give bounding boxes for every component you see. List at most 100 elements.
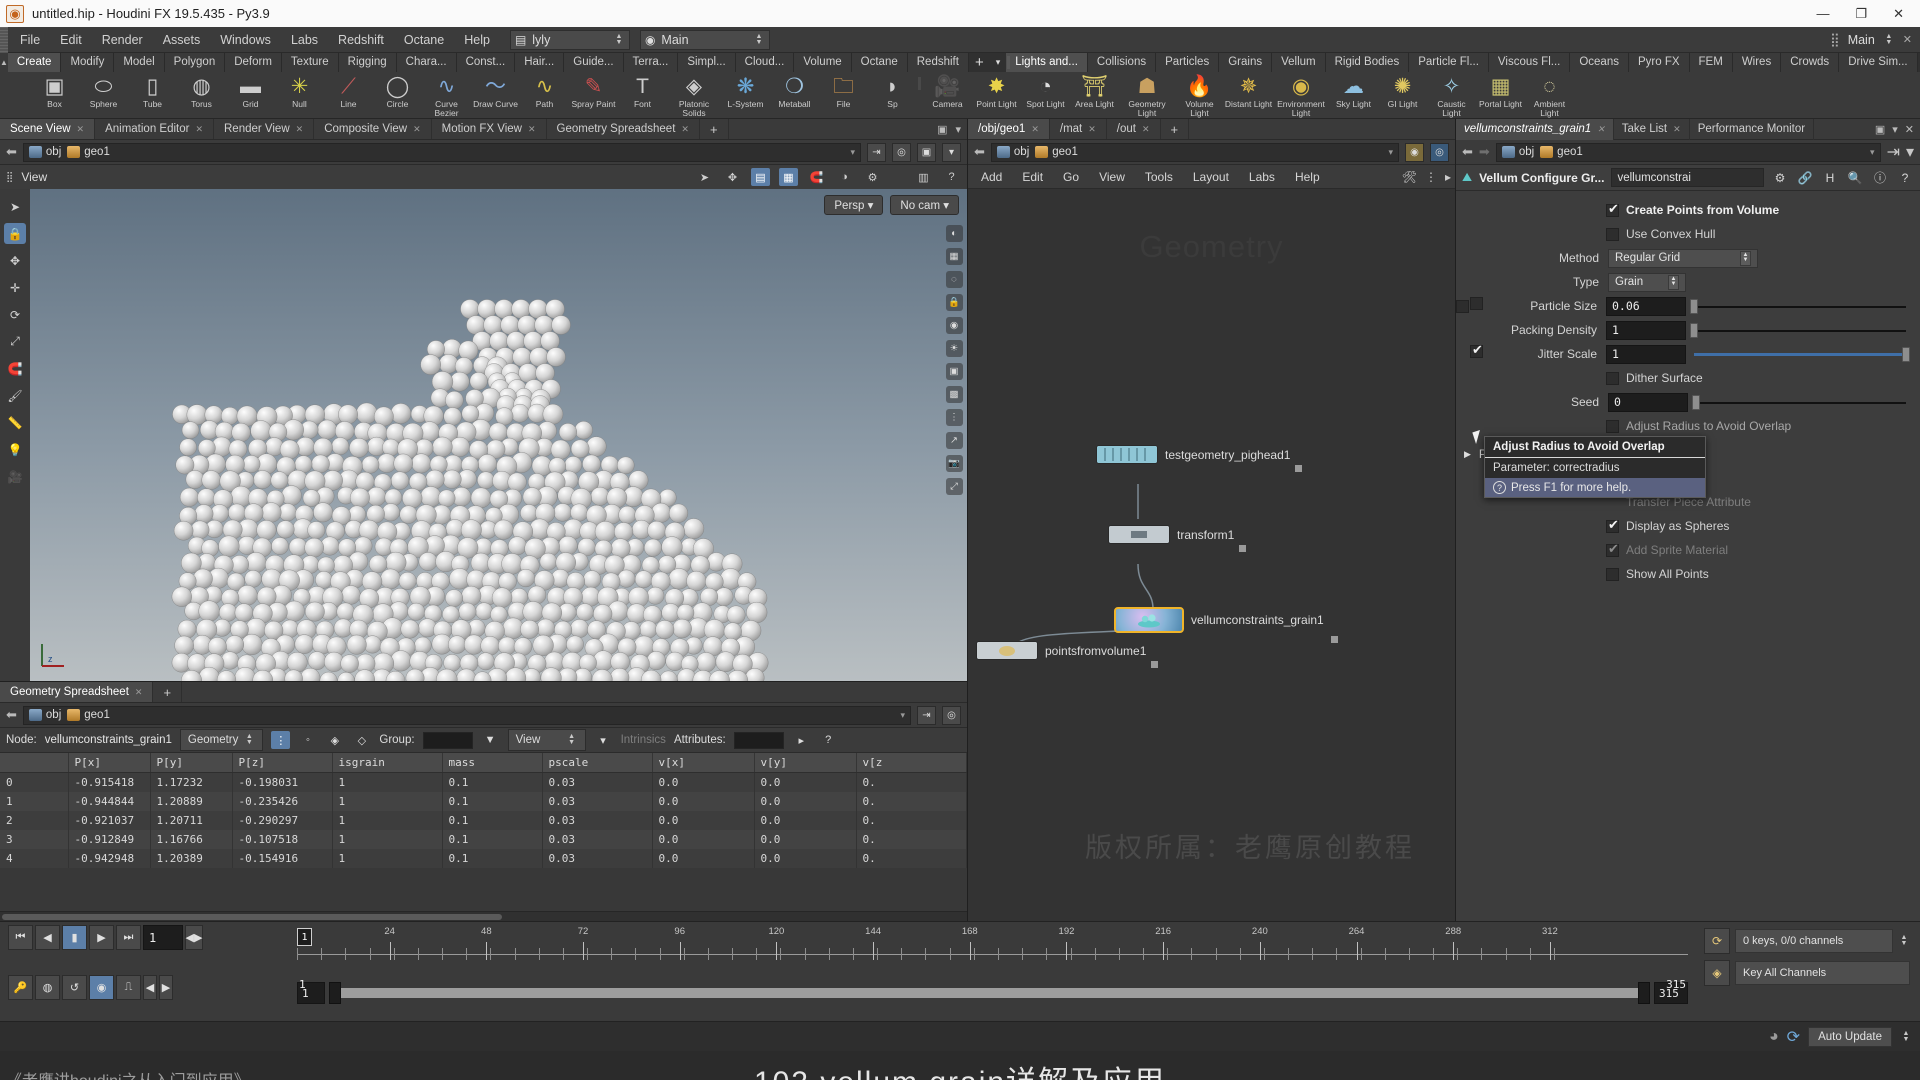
prev-key-icon[interactable]: ◀ — [143, 975, 157, 1000]
frame-range-slider[interactable] — [329, 982, 1650, 1004]
gear-icon[interactable]: ⚙ — [1771, 169, 1789, 187]
handle-icon[interactable]: ✥ — [723, 168, 742, 186]
chevron-down-icon[interactable]: ▾ — [900, 710, 905, 721]
auto-update-button[interactable]: Auto Update — [1808, 1026, 1892, 1047]
help-icon[interactable]: ? — [1896, 169, 1914, 187]
create-points-checkbox[interactable] — [1606, 201, 1619, 217]
scene-view-path-field[interactable]: obj geo1 ▾ — [22, 142, 861, 162]
shelf-tool-draw-curve[interactable]: 〜 Draw Curve — [471, 74, 520, 109]
table-row[interactable]: 2 -0.921037 1.20711 -0.290297 1 0.1 0.03… — [0, 811, 967, 830]
spreadsheet-add-tab[interactable]: + — [153, 682, 183, 702]
lock-icon[interactable]: 🔒 — [4, 223, 26, 244]
shelf-add-tab-button[interactable]: + — [969, 53, 990, 72]
node-name-value[interactable]: vellumconstraints_grain1 — [45, 734, 172, 746]
chevron-updown-icon[interactable]: ▲ ▼ — [1668, 274, 1679, 290]
add-sprite-material-checkbox[interactable] — [1606, 541, 1619, 557]
shelf-tab-polygon[interactable]: Polygon — [164, 53, 226, 72]
display-as-spheres-checkbox[interactable] — [1606, 517, 1619, 533]
snap-icon[interactable]: 🧲 — [807, 168, 826, 186]
node-name-field[interactable]: vellumconstrai — [1611, 168, 1764, 187]
handle-tool-icon[interactable]: ✥ — [4, 250, 26, 271]
point-display-icon[interactable]: ⋮ — [945, 409, 963, 426]
slider-handle[interactable] — [1692, 394, 1700, 410]
col-pz[interactable]: P[z] — [232, 753, 333, 773]
shelf-tool-camera[interactable]: 🎥 Camera — [923, 74, 972, 109]
jitter-scale-slider[interactable] — [1688, 345, 1910, 364]
menu-assets[interactable]: Assets — [153, 27, 211, 53]
zoom-fit-icon[interactable]: ⤢ — [945, 478, 963, 495]
shelf-tab-create[interactable]: Create — [7, 53, 62, 72]
tab-performance-monitor[interactable]: Performance Monitor — [1690, 118, 1815, 140]
shelf-tool-sky-light[interactable]: ☁ Sky Light — [1329, 74, 1378, 109]
path-chip-obj[interactable]: obj — [1501, 146, 1534, 158]
display-options-icon[interactable]: ◑ — [835, 168, 854, 186]
viewport-layout-icon[interactable]: ▥ — [914, 168, 933, 186]
display-wire-icon[interactable]: ▦ — [945, 248, 963, 265]
shelf-tab-clouds[interactable]: Cloud... — [735, 53, 795, 72]
shelf-tab-oceans[interactable]: Oceans — [1570, 53, 1629, 72]
slider-handle[interactable] — [1902, 346, 1910, 362]
close-icon[interactable]: ✕ — [296, 119, 304, 140]
lock-view-icon[interactable]: 🔒 — [945, 294, 963, 311]
tab-geometry-spreadsheet-bottom[interactable]: Geometry Spreadsheet ✕ — [0, 682, 154, 702]
path-chip-obj[interactable]: obj — [28, 146, 61, 158]
col-mass[interactable]: mass — [442, 753, 543, 773]
tab-vellumconstraints-grain1[interactable]: vellumconstraints_grain1 ✕ — [1456, 118, 1614, 140]
geometry-mode-selector[interactable]: Geometry ▲ ▼ — [179, 729, 264, 751]
param-adjust-radius-to-avoid-overlap[interactable]: Adjust Radius to Avoid Overlap — [1456, 414, 1920, 438]
settings-gear-icon[interactable]: ⚙ — [863, 168, 882, 186]
shelf-tool-portal-light[interactable]: ▦ Portal Light — [1476, 74, 1525, 109]
param-jitter-scale[interactable]: Jitter Scale 1 — [1456, 342, 1920, 366]
close-icon[interactable]: ✕ — [1088, 119, 1096, 140]
type-dropdown[interactable]: Grain ▲ ▼ — [1608, 272, 1686, 292]
menu-octane[interactable]: Octane — [394, 27, 454, 53]
chevron-updown-icon[interactable]: ▲ ▼ — [1740, 250, 1751, 266]
grid-snap-icon[interactable]: ▦ — [779, 168, 798, 186]
window-controls[interactable]: — ❐ ✕ — [1816, 6, 1914, 22]
shelf-tool-sp[interactable]: ◗ Sp — [868, 74, 917, 109]
pin-path-button[interactable]: ⇥ — [867, 142, 886, 162]
undo-key-icon[interactable]: ↺ — [62, 975, 87, 1000]
view-selector[interactable]: View ▲ ▼ — [507, 729, 586, 751]
auto-update-spinner-icon[interactable]: ▲ ▼ — [1900, 1028, 1912, 1046]
col-py[interactable]: P[y] — [150, 753, 233, 773]
node-testgeometry-pighead1[interactable]: testgeometry_pighead1 — [1096, 445, 1303, 472]
play-icon[interactable]: ▶ — [89, 925, 114, 950]
next-key-icon[interactable]: ▶ — [159, 975, 173, 1000]
close-icon[interactable]: ✕ — [77, 119, 85, 140]
shelf-tab-model[interactable]: Model — [114, 53, 165, 72]
particle-size-slider[interactable] — [1688, 297, 1910, 316]
particle-size-checkbox[interactable] — [1470, 297, 1483, 310]
back-arrow-icon[interactable]: ⬅ — [1462, 144, 1473, 160]
param-dither-surface[interactable]: Dither Surface — [1456, 366, 1920, 390]
shelf-tab-deform[interactable]: Deform — [225, 53, 282, 72]
timeline-ruler[interactable]: 1 24 48 72 96 120 144 168 192 216 240 264 288 312 — [297, 926, 1688, 974]
slider-handle[interactable] — [1690, 322, 1698, 338]
shelf-tab-crowds[interactable]: Crowds — [1781, 53, 1840, 72]
close-icon[interactable]: ✕ — [1031, 119, 1039, 140]
audio-icon[interactable]: ⎍ — [116, 975, 141, 1000]
param-type[interactable]: Type Grain ▲ ▼ — [1456, 270, 1920, 294]
shelf-tab-particle-fluids[interactable]: Particle Fl... — [1409, 53, 1489, 72]
light-tool-icon[interactable]: 💡 — [4, 439, 26, 460]
shelf-tool-environment-light[interactable]: ◉ Environment Light — [1273, 74, 1329, 118]
adjust-radius-checkbox[interactable] — [1606, 419, 1619, 433]
tab-scene-view[interactable]: Scene View ✕ — [0, 119, 96, 140]
close-icon[interactable]: ✕ — [1673, 119, 1681, 140]
table-row[interactable]: 3 -0.912849 1.16766 -0.107518 1 0.1 0.03… — [0, 830, 967, 849]
particle-size-field[interactable]: 0.06 — [1606, 296, 1686, 316]
arrow-select-icon[interactable]: ➤ — [4, 196, 26, 217]
view-spinner-icon[interactable]: ▲ ▼ — [566, 731, 578, 749]
view-menu-icon[interactable]: ▾ — [594, 731, 613, 749]
param-packing-density[interactable]: Packing Density 1 — [1456, 318, 1920, 342]
viewport-set-selector[interactable]: ◉ Main ▲ ▼ — [639, 29, 770, 50]
node-body-selected[interactable] — [1114, 607, 1338, 643]
chevron-down-icon[interactable]: ▾ — [850, 147, 855, 158]
network-menu-layout[interactable]: Layout — [1184, 165, 1238, 189]
shelf-tool-path[interactable]: ∿ Path — [520, 74, 569, 109]
tools-wrench-icon[interactable]: 🛠 — [1402, 170, 1417, 184]
shelf-tool-circle[interactable]: ◯ Circle — [373, 74, 422, 109]
col-px[interactable]: P[x] — [68, 753, 151, 773]
info-icon[interactable]: ⓘ — [1871, 169, 1889, 187]
close-icon[interactable]: ✕ — [528, 119, 536, 140]
